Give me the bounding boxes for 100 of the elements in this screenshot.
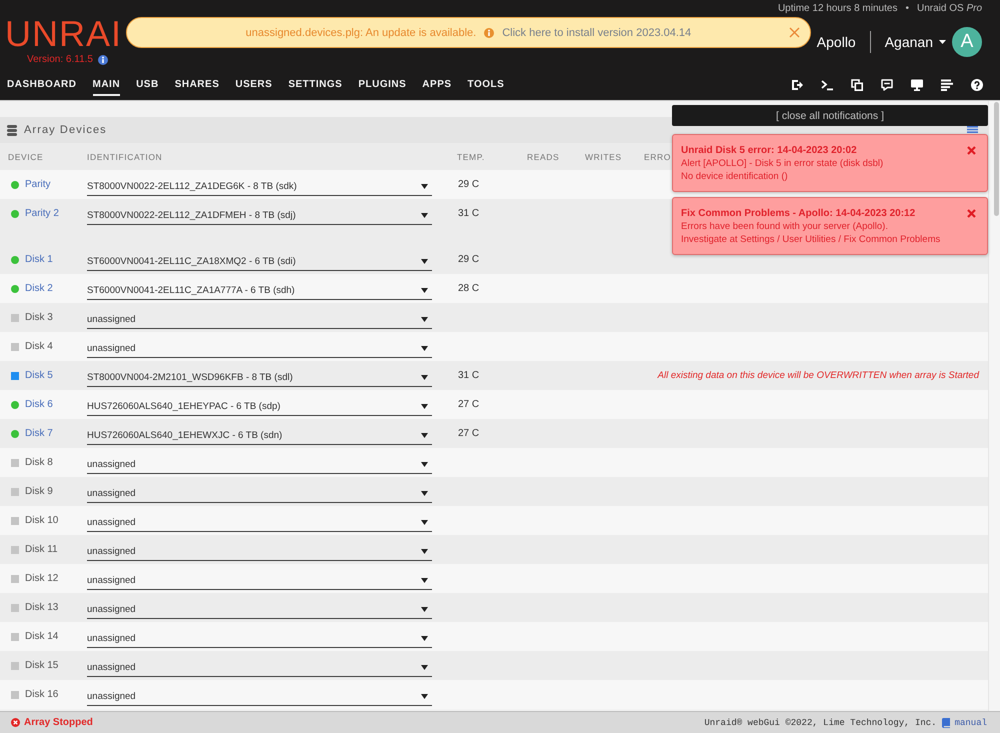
disk-select[interactable]: ST6000VN0041-2EL11C_ZA18XMQ2 - 6 TB (sdi): [87, 250, 432, 270]
uptime-text: Uptime 12 hours 8 minutes: [778, 3, 898, 14]
device-name: Disk 15: [25, 660, 58, 671]
nav-tab[interactable]: APPS: [422, 71, 452, 96]
logo[interactable]: UNRAI: [5, 18, 122, 50]
caret-icon[interactable]: [421, 664, 428, 670]
disk-select[interactable]: unassigned: [87, 628, 432, 648]
nav-tab[interactable]: DASHBOARD: [7, 71, 76, 96]
nav-tab[interactable]: SETTINGS: [288, 71, 342, 96]
device-name: Disk 16: [25, 689, 58, 700]
nav-tab[interactable]: TOOLS: [468, 71, 504, 96]
notification-text: No device identification (): [681, 170, 789, 183]
scrollbar[interactable]: [988, 101, 1000, 711]
caret-icon[interactable]: [421, 184, 428, 188]
caret-icon[interactable]: [421, 404, 428, 408]
temperature: 31 C: [457, 208, 480, 219]
scrollbar-thumb[interactable]: [994, 102, 999, 216]
disk-select[interactable]: ST6000VN0041-2EL11C_ZA1A777A - 6 TB (sdh): [87, 280, 432, 300]
device-name: Disk 13: [25, 602, 58, 613]
monitor-icon[interactable]: [911, 78, 923, 90]
temperature: 27 C: [457, 399, 480, 410]
temperature: 28 C: [457, 283, 480, 294]
device-name: Disk 8: [25, 457, 53, 468]
book-icon[interactable]: [942, 718, 950, 728]
caret-icon[interactable]: [421, 578, 428, 582]
caret-icon[interactable]: [421, 288, 428, 292]
caret-icon[interactable]: [421, 212, 428, 218]
nav-tab[interactable]: USB: [136, 71, 159, 96]
column-header: IDENTIFICATION: [87, 152, 164, 162]
caret-icon[interactable]: [421, 694, 428, 698]
column-header: TEMP.: [457, 152, 486, 162]
disk-select[interactable]: ST8000VN0022-2EL112_ZA1DFMEH - 8 TB (sdj): [87, 204, 432, 224]
section-title: Array Devices: [24, 124, 107, 136]
help-icon[interactable]: [971, 78, 983, 90]
disk-select[interactable]: unassigned: [87, 598, 432, 618]
windows-icon[interactable]: [851, 78, 863, 90]
disk-select[interactable]: HUS726060ALS640_1EHEWXJC - 6 TB (sdn): [87, 424, 432, 444]
terminal-icon[interactable]: [821, 78, 833, 90]
disk-select[interactable]: HUS726060ALS640_1EHEYPAC - 6 TB (sdp): [87, 396, 432, 416]
disk-select[interactable]: unassigned: [87, 570, 432, 590]
disk-select[interactable]: unassigned: [87, 338, 432, 358]
caret-icon[interactable]: [421, 636, 428, 640]
nav-tab[interactable]: USERS: [235, 71, 272, 96]
logout-icon[interactable]: [791, 78, 803, 90]
device-link[interactable]: Disk 7: [25, 428, 53, 439]
caret-icon[interactable]: [421, 346, 428, 350]
warning-message: All existing data on this device will be OVERWRITTEN when array is Started: [658, 370, 980, 381]
device-link[interactable]: Parity 2: [25, 208, 59, 219]
device-name: Disk 12: [25, 573, 58, 584]
temperature: 29 C: [457, 254, 480, 265]
caret-icon[interactable]: [421, 374, 428, 380]
disk-select[interactable]: ST8000VN004-2M2101_WSD96KFB - 8 TB (sdl): [87, 366, 432, 386]
version-text: Version: 6.11.5: [27, 54, 93, 66]
nav-tab[interactable]: SHARES: [174, 71, 220, 96]
notification-title: Fix Common Problems - Apollo: 14-04-2023 20:12: [681, 207, 916, 220]
device-name: Disk 4: [25, 341, 53, 352]
temperature: 27 C: [457, 428, 480, 439]
device-name: Disk 14: [25, 631, 58, 642]
device-link[interactable]: Disk 5: [25, 370, 53, 381]
caret-icon[interactable]: [421, 490, 428, 496]
caret-icon[interactable]: [421, 316, 428, 322]
stop-icon: [11, 718, 20, 727]
notification-text: Errors have been found with your server (Apollo).: [681, 220, 889, 233]
array-status: Array Stopped: [24, 717, 93, 728]
caret-icon[interactable]: [421, 462, 428, 466]
list-view-icon[interactable]: [967, 126, 978, 133]
disk-select[interactable]: unassigned: [87, 308, 432, 328]
device-name: Disk 10: [25, 515, 58, 526]
device-link[interactable]: Parity: [25, 179, 51, 190]
close-all-button[interactable]: [ close all notifications ]: [672, 105, 988, 126]
lines-icon[interactable]: [941, 78, 953, 90]
caret-icon[interactable]: [421, 258, 428, 264]
column-header: ERRO: [644, 152, 672, 162]
caret-icon[interactable]: [421, 606, 428, 612]
device-link[interactable]: Disk 2: [25, 283, 53, 294]
info-icon[interactable]: [98, 55, 108, 65]
disk-select[interactable]: ST8000VN0022-2EL112_ZA1DEG6K - 8 TB (sdk): [87, 176, 432, 196]
device-link[interactable]: Disk 6: [25, 399, 53, 410]
device-name: Disk 3: [25, 312, 53, 323]
notification-text: Alert [APOLLO] - Disk 5 in error state (disk dsbl): [681, 157, 884, 170]
temperature: 31 C: [457, 370, 480, 381]
copyright-text: Unraid® webGui ©2022, Lime Technology, Inc.: [704, 718, 937, 728]
disk-select[interactable]: unassigned: [87, 512, 432, 532]
disk-select[interactable]: unassigned: [87, 656, 432, 676]
caret-icon[interactable]: [421, 432, 428, 438]
caret-icon[interactable]: [421, 548, 428, 554]
disk-select[interactable]: unassigned: [87, 482, 432, 502]
temperature: 29 C: [457, 179, 480, 190]
chat-icon[interactable]: [881, 78, 893, 90]
disk-select[interactable]: unassigned: [87, 540, 432, 560]
disk-select[interactable]: unassigned: [87, 686, 432, 706]
device-link[interactable]: Disk 1: [25, 254, 53, 265]
user-menu[interactable]: Aganan: [884, 34, 946, 50]
update-message: unassigned.devices.plg: An update is available.: [246, 26, 476, 38]
manual-link[interactable]: manual: [954, 718, 987, 728]
nav-tab[interactable]: PLUGINS: [358, 71, 406, 96]
disk-select[interactable]: unassigned: [87, 454, 432, 474]
caret-icon[interactable]: [421, 520, 428, 524]
caret-icon[interactable]: [939, 40, 946, 44]
nav-tab[interactable]: MAIN: [92, 71, 120, 96]
